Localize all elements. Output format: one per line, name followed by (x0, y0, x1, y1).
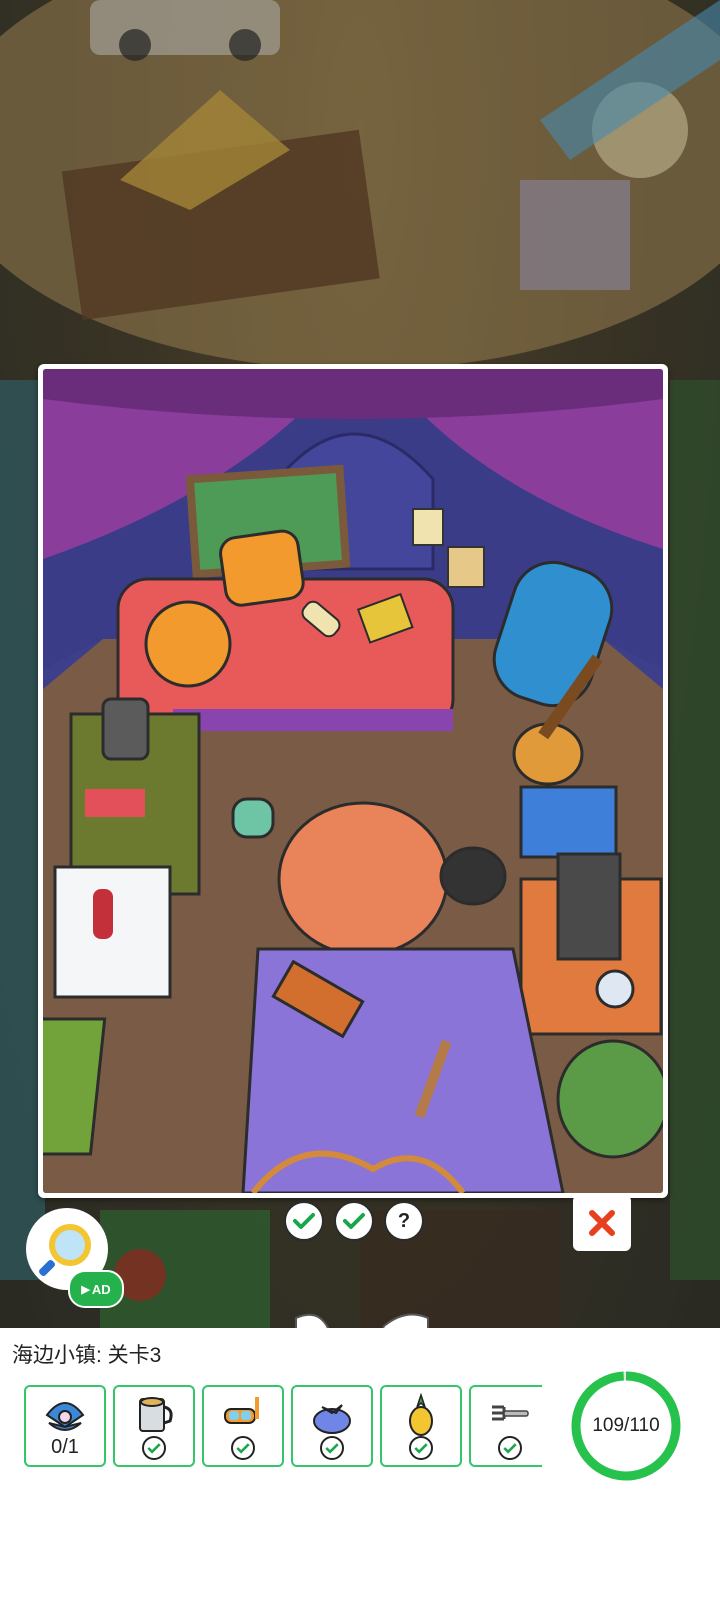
found-marker-2 (334, 1201, 374, 1241)
check-icon (414, 1443, 428, 1454)
found-check (409, 1436, 433, 1460)
item-card-pineapple[interactable] (380, 1385, 462, 1467)
found-check (498, 1436, 522, 1460)
mug-icon (139, 1397, 173, 1432)
tent-interior-art (43, 369, 663, 1193)
bundle-icon (313, 1404, 351, 1434)
check-icon (325, 1443, 339, 1454)
tent-interior-scene[interactable] (43, 369, 663, 1193)
items-to-find-list[interactable]: 0/1 (24, 1385, 542, 1469)
item-card-mug[interactable] (113, 1385, 195, 1467)
item-card-cloth-bundle[interactable] (291, 1385, 373, 1467)
close-icon (589, 1210, 615, 1236)
level-title: 海边小镇: 关卡3 (12, 1344, 162, 1367)
check-icon (147, 1443, 161, 1454)
question-icon: ? (397, 1209, 411, 1232)
item-card-pearl-shell[interactable]: 0/1 (24, 1385, 106, 1467)
item-card-fork[interactable] (469, 1385, 542, 1467)
found-check (231, 1436, 255, 1460)
check-icon (503, 1443, 517, 1454)
item-count: 0/1 (51, 1436, 79, 1458)
pineapple-icon (409, 1393, 433, 1436)
found-check (142, 1436, 166, 1460)
fork-icon (492, 1405, 529, 1421)
unknown-marker: ? (384, 1201, 424, 1241)
snorkel-icon (224, 1397, 259, 1424)
ad-label: AD (91, 1281, 111, 1297)
play-icon: ▶ (81, 1283, 90, 1296)
check-icon (343, 1213, 365, 1229)
progress-label: 109/110 (592, 1415, 660, 1436)
found-markers: ? (284, 1201, 424, 1241)
scene-panel (38, 364, 668, 1198)
close-scene-button[interactable] (573, 1195, 631, 1251)
shell-icon (45, 1402, 85, 1431)
check-icon (293, 1213, 315, 1229)
watch-ad-badge[interactable]: ▶ AD (68, 1270, 124, 1308)
found-check (320, 1436, 344, 1460)
check-icon (236, 1443, 250, 1454)
found-marker-1 (284, 1201, 324, 1241)
item-card-snorkel-mask[interactable] (202, 1385, 284, 1467)
